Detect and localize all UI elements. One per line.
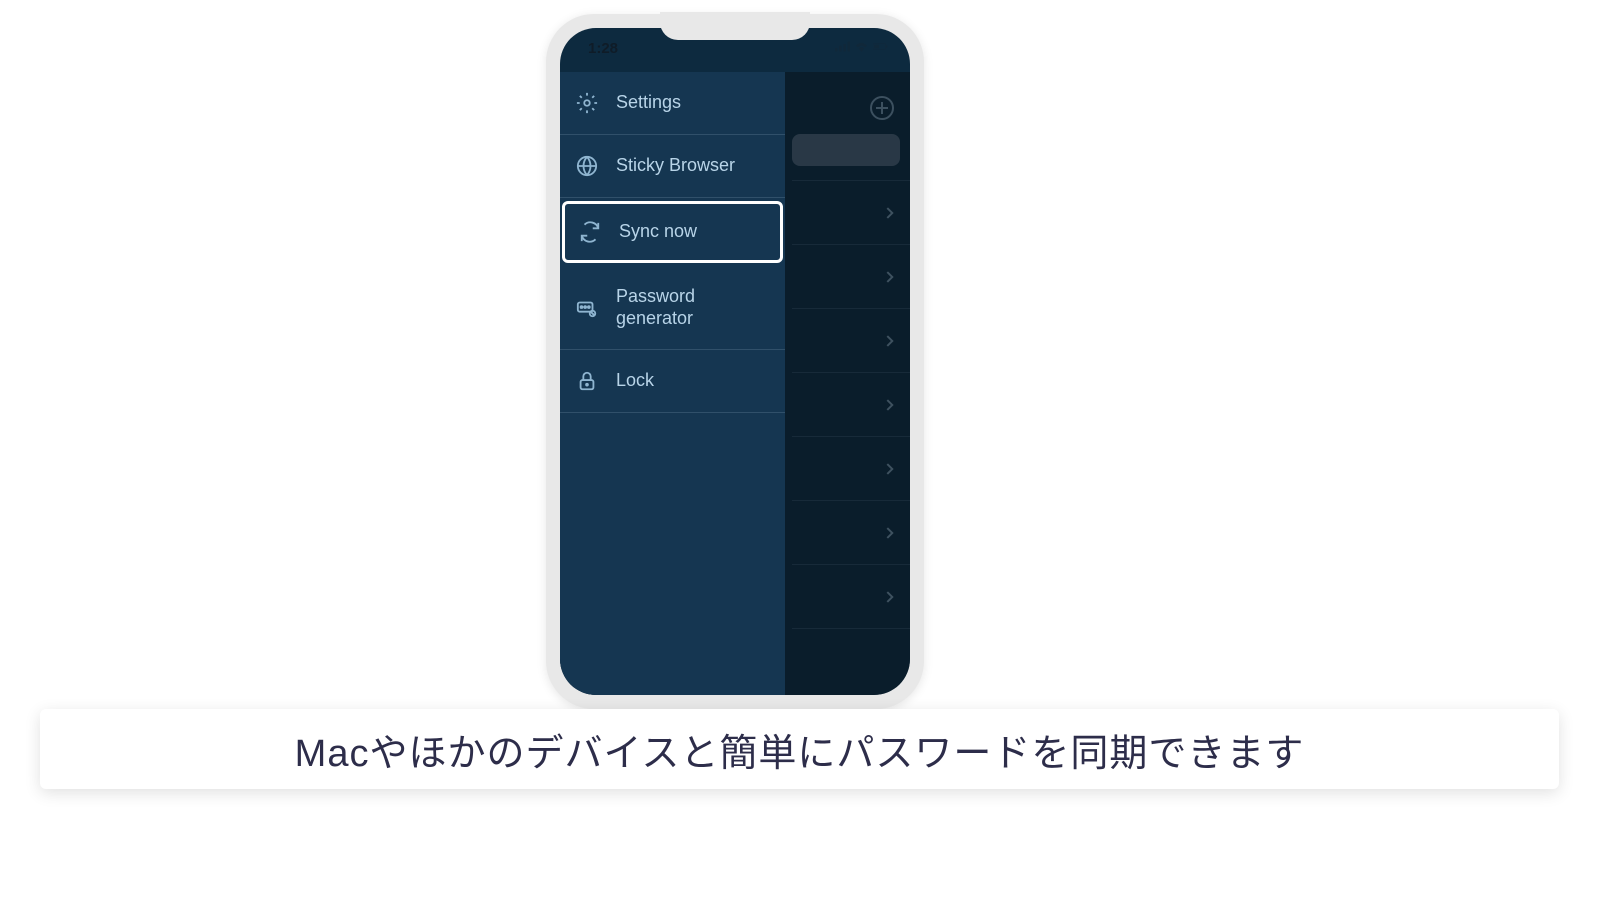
chevron-right-icon <box>882 271 893 282</box>
sidebar-item-label: Sync now <box>619 221 766 243</box>
sidebar-item-lock[interactable]: Lock <box>560 350 785 413</box>
search-input[interactable] <box>792 134 900 166</box>
main-content: Settings Sticky Browser Sync now <box>560 72 910 695</box>
sidebar-item-label: Lock <box>616 370 769 392</box>
sidebar-item-sync[interactable]: Sync now <box>562 201 783 263</box>
signal-icon <box>835 41 850 52</box>
sidebar-item-password-generator[interactable]: Password generator <box>560 266 785 350</box>
phone-device-frame: 1:28 <box>546 14 924 709</box>
list-item[interactable] <box>792 436 910 500</box>
chevron-right-icon <box>882 463 893 474</box>
list-item[interactable] <box>792 244 910 308</box>
chevron-right-icon <box>882 399 893 410</box>
lock-icon <box>576 370 598 392</box>
gear-icon <box>576 92 598 114</box>
status-icons <box>835 41 888 52</box>
chevron-right-icon <box>882 207 893 218</box>
sidebar-item-label: Password generator <box>616 286 769 329</box>
caption-text: Macやほかのデバイスと簡単にパスワードを同期できます <box>295 722 1305 777</box>
globe-icon <box>576 155 598 177</box>
list-item[interactable] <box>792 372 910 436</box>
phone-notch <box>660 12 810 40</box>
list-item[interactable] <box>792 628 910 692</box>
list-item[interactable] <box>792 308 910 372</box>
background-list <box>792 180 910 695</box>
chevron-right-icon <box>882 591 893 602</box>
sidebar-item-label: Settings <box>616 92 769 114</box>
chevron-right-icon <box>882 527 893 538</box>
list-item[interactable] <box>792 500 910 564</box>
plus-icon <box>876 102 888 114</box>
sidebar-menu: Settings Sticky Browser Sync now <box>560 72 785 695</box>
wifi-icon <box>854 41 869 52</box>
sync-icon <box>579 221 601 243</box>
caption-banner: Macやほかのデバイスと簡単にパスワードを同期できます <box>40 709 1559 789</box>
password-icon <box>576 297 598 319</box>
list-item[interactable] <box>792 180 910 244</box>
phone-screen: 1:28 <box>560 28 910 695</box>
battery-icon <box>873 41 888 52</box>
sidebar-item-browser[interactable]: Sticky Browser <box>560 135 785 198</box>
list-item[interactable] <box>792 564 910 628</box>
chevron-right-icon <box>882 335 893 346</box>
status-time: 1:28 <box>588 40 618 57</box>
add-button[interactable] <box>870 96 894 120</box>
sidebar-item-settings[interactable]: Settings <box>560 72 785 135</box>
sidebar-item-label: Sticky Browser <box>616 155 769 177</box>
